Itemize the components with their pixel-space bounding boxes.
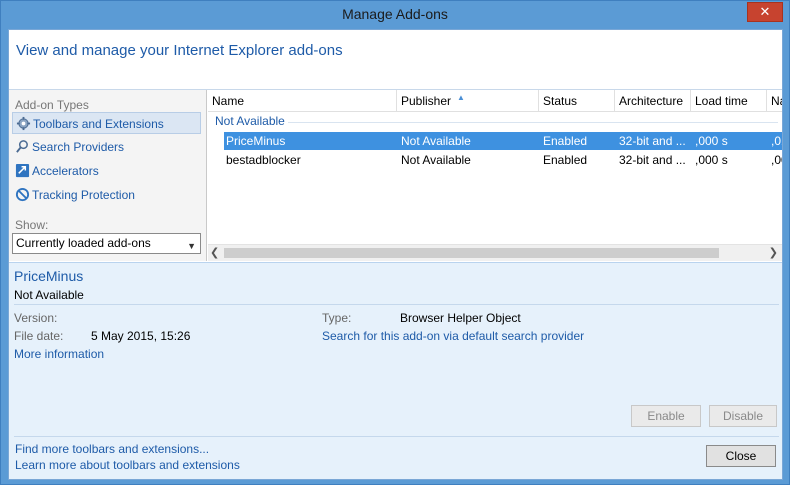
cell-architecture: 32-bit and ... [619,134,686,148]
cell-publisher: Not Available [401,134,471,148]
cell-name: bestadblocker [226,153,301,167]
cell-navigation-time: ,01 [771,134,782,148]
cell-navigation-time: ,00 [771,153,782,167]
footer-divider [14,436,779,437]
cell-load-time: ,000 s [695,134,728,148]
details-divider [14,304,779,305]
sidebar-item-search-providers[interactable]: Search Providers [12,136,201,158]
window-title: Manage Add-ons [342,6,448,22]
cell-status: Enabled [543,153,588,167]
header-title: View and manage your Internet Explorer a… [16,42,343,59]
close-button[interactable]: Close [706,445,776,467]
manage-addons-window: Manage Add-ons ✕ View and manage your In… [0,0,790,485]
gear-icon [16,116,31,131]
group-divider [288,122,778,123]
file-date-value: 5 May 2015, 15:26 [91,329,191,343]
show-select[interactable]: Currently loaded add-ons ▼ [12,233,201,254]
cell-name: PriceMinus [226,134,286,148]
dialog-header: View and manage your Internet Explorer a… [9,30,782,90]
version-label: Version: [14,311,58,325]
addon-types-panel: Add-on Types Toolbars and Extensions Sea… [9,90,207,261]
column-header-status[interactable]: Status [539,90,615,112]
cell-publisher: Not Available [401,153,471,167]
cell-load-time: ,000 s [695,153,728,167]
group-header: Not Available [215,114,285,128]
chevron-right-icon[interactable]: ❯ [769,246,778,259]
show-label: Show: [15,218,49,232]
table-row[interactable]: bestadblocker Not Available Enabled 32-b… [224,151,782,169]
column-header-name[interactable]: Name [208,90,397,112]
column-header-load-time[interactable]: Load time [691,90,767,112]
addon-types-label: Add-on Types [15,98,89,112]
sidebar-item-label: Tracking Protection [32,188,135,202]
addons-list: Name Publisher ▲ Status Architecture Loa… [208,90,782,261]
column-header-label: Publisher [401,94,452,108]
column-header-publisher[interactable]: Publisher ▲ [397,90,539,112]
show-select-value: Currently loaded add-ons [16,236,151,250]
title-bar[interactable]: Manage Add-ons ✕ [1,1,789,29]
sidebar-item-toolbars-extensions[interactable]: Toolbars and Extensions [12,112,201,134]
horizontal-scrollbar[interactable]: ❮ ❯ [208,244,782,261]
table-row[interactable]: PriceMinus Not Available Enabled 32-bit … [224,132,782,150]
block-icon [15,187,30,202]
sidebar-item-label: Search Providers [32,140,125,154]
learn-more-link[interactable]: Learn more about toolbars and extensions [15,458,240,472]
chevron-left-icon[interactable]: ❮ [210,246,219,259]
search-addon-link[interactable]: Search for this add-on via default searc… [322,329,584,343]
more-information-link[interactable]: More information [14,347,104,361]
type-label: Type: [322,311,352,325]
column-header-navigation[interactable]: Na [767,90,782,112]
dialog-client-area: View and manage your Internet Explorer a… [8,29,783,480]
column-header-architecture[interactable]: Architecture [615,90,691,112]
sidebar-item-label: Accelerators [32,164,99,178]
disable-button[interactable]: Disable [709,405,777,427]
type-value: Browser Helper Object [400,311,521,325]
cell-architecture: 32-bit and ... [619,153,686,167]
selected-addon-publisher: Not Available [14,288,84,302]
sidebar-item-accelerators[interactable]: Accelerators [12,160,201,182]
find-more-link[interactable]: Find more toolbars and extensions... [15,442,209,456]
window-close-button[interactable]: ✕ [747,2,783,22]
chevron-down-icon: ▼ [187,241,196,251]
sidebar-item-tracking-protection[interactable]: Tracking Protection [12,184,201,206]
file-date-label: File date: [14,329,64,343]
selected-addon-name: PriceMinus [14,268,84,284]
cell-status: Enabled [543,134,588,148]
sidebar-item-label: Toolbars and Extensions [33,117,164,131]
sort-ascending-icon: ▲ [457,93,465,102]
scrollbar-thumb[interactable] [224,248,719,258]
accelerator-icon [15,163,30,178]
enable-button[interactable]: Enable [631,405,701,427]
details-panel: PriceMinus Not Available Version: File d… [9,262,782,479]
search-icon [16,140,28,153]
